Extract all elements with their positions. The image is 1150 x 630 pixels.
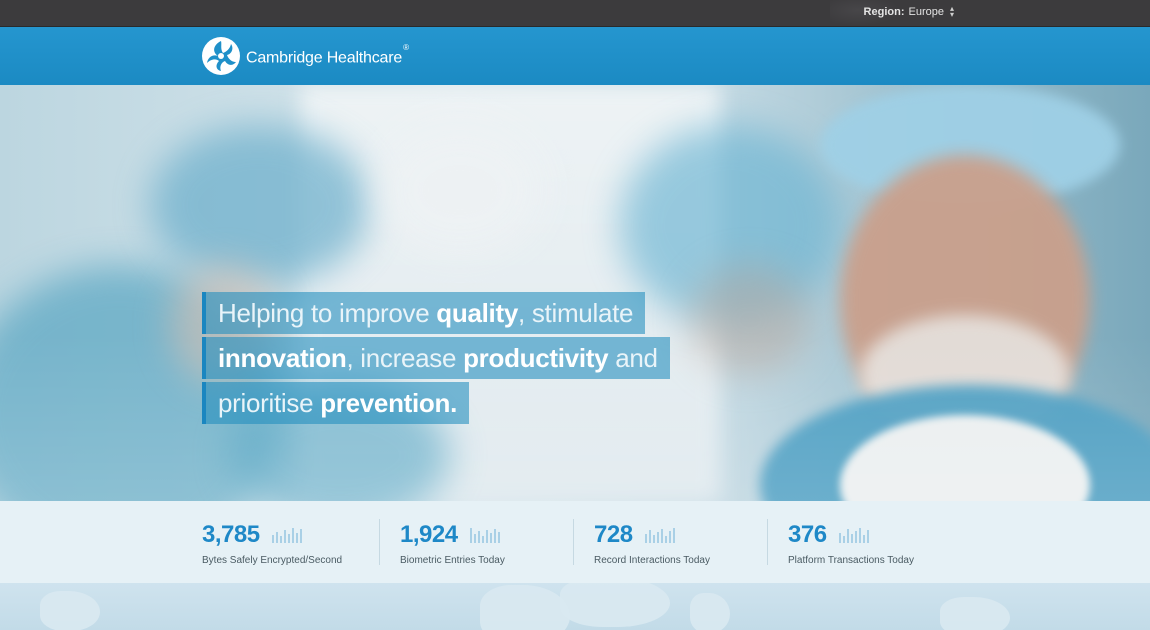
hero-headline: Helping to improve quality, stimulate inn… [202, 292, 670, 427]
stat-label: Bytes Safely Encrypted/Second [202, 555, 343, 566]
headline-emphasis: innovation [218, 343, 347, 373]
bar-chart-icon [839, 527, 869, 543]
headline-line: Helping to improve quality, stimulate [202, 292, 646, 334]
stat-label: Record Interactions Today [594, 555, 710, 566]
headline-line: prioritise prevention. [202, 382, 470, 424]
stat-record-interactions: 728 Record Interactions Today [594, 521, 710, 571]
swirl-logo-icon [202, 37, 240, 75]
brand-logo-link[interactable]: Cambridge Healthcare® [201, 36, 409, 76]
stat-value: 376 [788, 521, 827, 548]
headline-text: prioritise [218, 388, 321, 418]
region-label: Region: [863, 6, 905, 18]
up-down-arrows-icon: ▴ ▾ [949, 4, 954, 19]
headline-text: , increase [346, 343, 464, 373]
bar-chart-icon [470, 527, 501, 543]
headline-text: , stimulate [518, 298, 634, 328]
headline-line: innovation, increase productivity and [202, 337, 670, 379]
bar-chart-icon [272, 527, 303, 543]
stat-label: Platform Transactions Today [788, 555, 914, 566]
stat-biometric-entries: 1,924 Biometric Entries Today [400, 521, 505, 571]
registered-mark: ® [403, 42, 409, 52]
headline-emphasis: productivity [463, 343, 609, 373]
headline-text: and [608, 343, 658, 373]
region-value: Europe [908, 6, 944, 18]
stat-value: 1,924 [400, 521, 458, 548]
stat-platform-transactions: 376 Platform Transactions Today [788, 521, 914, 571]
stat-label: Biometric Entries Today [400, 555, 505, 566]
headline-text: Helping to improve [218, 298, 437, 328]
hero-banner: Helping to improve quality, stimulate inn… [0, 85, 1150, 501]
headline-emphasis: quality [436, 298, 518, 328]
site-header: Cambridge Healthcare® [0, 27, 1150, 85]
headline-emphasis: prevention. [320, 388, 458, 418]
stat-bytes-encrypted: 3,785 Bytes Safely Encrypted/Second [202, 521, 342, 571]
stat-divider [573, 519, 574, 565]
brand-name: Cambridge Healthcare® [246, 42, 409, 67]
stat-divider [767, 519, 768, 565]
world-map-footer [0, 583, 1150, 630]
top-bar: Region: Europe ▴ ▾ [0, 0, 1150, 27]
region-selector[interactable]: Region: Europe ▴ ▾ [863, 4, 954, 19]
stat-value: 3,785 [202, 521, 260, 548]
stat-divider [379, 519, 380, 565]
stat-value: 728 [594, 521, 633, 548]
bar-chart-icon [645, 527, 675, 543]
stats-strip: 3,785 Bytes Safely Encrypted/Second 1,92… [0, 501, 1150, 583]
